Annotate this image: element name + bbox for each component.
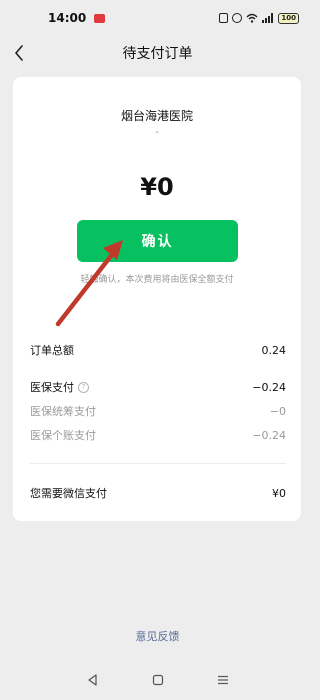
nav-home-icon[interactable] <box>151 673 165 687</box>
insurance-payment-label: 医保支付 <box>30 381 74 394</box>
nfc-icon <box>219 13 229 23</box>
divider <box>30 463 286 464</box>
pooled-payment-label: 医保统筹支付 <box>30 405 96 418</box>
order-card: 烟台海港医院 - ¥0 确认 轻触确认，本次费用将由医保全额支付 订单总额 0.… <box>13 77 301 521</box>
wechat-payment-value: ¥0 <box>272 486 286 500</box>
page-title: 待支付订单 <box>122 46 193 62</box>
nav-menu-icon[interactable] <box>216 673 230 687</box>
wechat-payment-label: 您需要微信支付 <box>30 487 107 500</box>
signal-icon <box>262 13 274 23</box>
back-chevron-icon <box>15 45 23 61</box>
wifi-icon <box>246 13 258 23</box>
battery-icon: 100 <box>278 12 299 24</box>
nav-back-icon[interactable] <box>86 673 100 687</box>
system-navigation <box>0 668 315 692</box>
confirm-button[interactable]: 确认 <box>77 220 238 262</box>
order-total-label: 订单总额 <box>30 344 74 357</box>
personal-account-value: −0.24 <box>252 428 286 442</box>
nav-bar: 待支付订单 <box>0 36 315 70</box>
status-icons: 100 <box>219 12 299 24</box>
merchant-name: 烟台海港医院 <box>120 109 193 123</box>
personal-account-row: 医保个账支付 −0.24 <box>30 427 286 443</box>
alarm-icon <box>232 13 243 23</box>
payment-amount: ¥0 <box>140 173 174 201</box>
confirm-hint: 轻触确认，本次费用将由医保全额支付 <box>80 275 234 285</box>
insurance-payment-value: −0.24 <box>252 380 286 394</box>
personal-account-label: 医保个账支付 <box>30 429 96 442</box>
pooled-payment-row: 医保统筹支付 −0 <box>30 403 286 419</box>
app-badge-icon <box>94 13 106 23</box>
order-total-row: 订单总额 0.24 <box>30 342 286 358</box>
insurance-payment-row: 医保支付 ? −0.24 <box>30 379 286 395</box>
merchant-subtitle: - <box>155 127 159 138</box>
wechat-payment-row: 您需要微信支付 ¥0 <box>30 485 286 501</box>
feedback-link[interactable]: 意见反馈 <box>0 628 315 644</box>
order-total-value: 0.24 <box>261 343 287 357</box>
pooled-payment-value: −0 <box>269 404 286 418</box>
status-time: 14:00 <box>48 11 87 25</box>
help-icon[interactable]: ? <box>78 381 89 393</box>
status-bar: 14:00 100 <box>0 0 315 36</box>
back-button[interactable] <box>8 42 30 64</box>
